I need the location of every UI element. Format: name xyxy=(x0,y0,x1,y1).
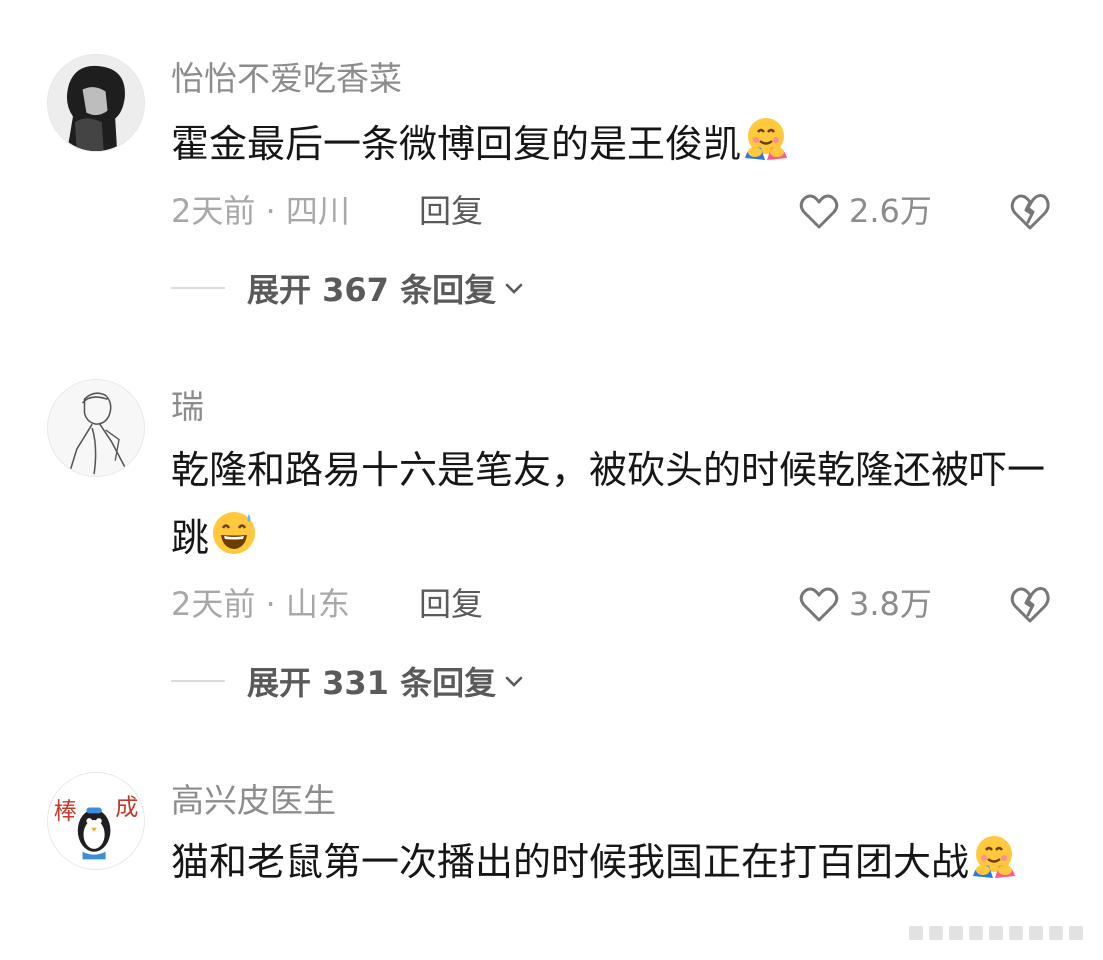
expand-replies[interactable]: 展开 367 条回复 xyxy=(171,263,526,313)
username[interactable]: 怡怡不爱吃香菜 xyxy=(171,52,402,100)
comment-meta: 2天前 · 四川 回复 2.6万 xyxy=(171,186,1063,236)
timestamp-location: 2天前 · 四川 xyxy=(171,192,350,230)
hugging-face-icon xyxy=(741,114,791,164)
hugging-face-icon xyxy=(969,832,1019,882)
like-button[interactable]: 3.8万 xyxy=(797,579,932,629)
divider-line xyxy=(171,287,225,289)
heart-icon xyxy=(799,194,839,229)
avatar[interactable] xyxy=(47,379,145,477)
grinning-sweat-face-icon xyxy=(209,508,259,558)
comment-text-body: 猫和老鼠第一次播出的时候我国正在打百团大战 xyxy=(171,840,970,884)
watermark-logo-icon xyxy=(909,926,1083,940)
expand-replies-label[interactable]: 展开 367 条回复 xyxy=(247,265,496,311)
comment-text-body: 乾隆和路易十六是笔友，被砍头的时候乾隆还被吓一跳 xyxy=(171,448,1046,560)
like-count: 2.6万 xyxy=(849,192,932,230)
comment-text: 乾隆和路易十六是笔友，被砍头的时候乾隆还被吓一跳 xyxy=(171,436,1051,572)
avatar-text: 棒 xyxy=(54,799,77,825)
like-count: 3.8万 xyxy=(849,585,932,623)
expand-replies-label[interactable]: 展开 331 条回复 xyxy=(247,658,496,704)
chevron-down-icon xyxy=(505,676,523,687)
heart-icon xyxy=(799,587,839,622)
reply-button[interactable]: 回复 xyxy=(419,186,483,236)
comment-meta: 2天前 · 山东 回复 3.8万 xyxy=(171,579,1063,629)
comment-text: 猫和老鼠第一次播出的时候我国正在打百团大战 xyxy=(171,828,1051,896)
chevron-down-icon xyxy=(505,283,523,294)
avatar-text: 成 xyxy=(115,795,138,821)
username[interactable]: 高兴皮医生 xyxy=(171,774,336,822)
broken-heart-icon[interactable] xyxy=(1007,188,1053,234)
broken-heart-icon[interactable] xyxy=(1007,581,1053,627)
expand-replies[interactable]: 展开 331 条回复 xyxy=(171,656,526,706)
like-button[interactable]: 2.6万 xyxy=(797,186,932,236)
comment-text: 霍金最后一条微博回复的是王俊凯 xyxy=(171,110,1051,178)
reply-button[interactable]: 回复 xyxy=(419,579,483,629)
comment-text-body: 霍金最后一条微博回复的是王俊凯 xyxy=(171,122,742,166)
timestamp-location: 2天前 · 山东 xyxy=(171,585,350,623)
username[interactable]: 瑞 xyxy=(171,380,204,428)
divider-line xyxy=(171,680,225,682)
avatar[interactable]: 棒 成 xyxy=(47,772,145,870)
watermark xyxy=(909,916,1089,950)
avatar[interactable] xyxy=(47,54,145,152)
